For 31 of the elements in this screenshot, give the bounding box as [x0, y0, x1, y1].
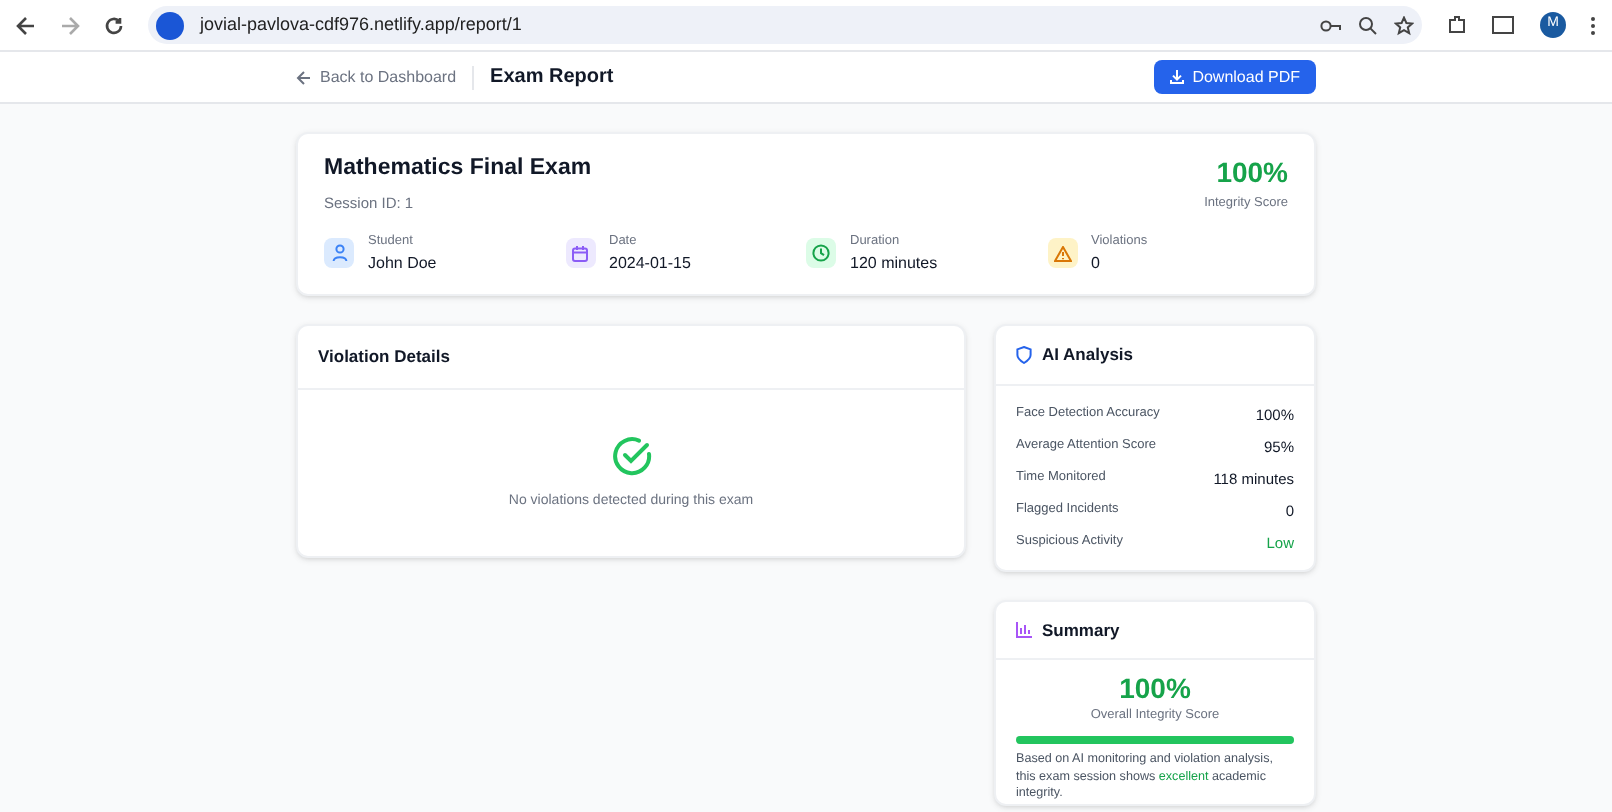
bar-chart-icon [1016, 622, 1032, 639]
download-pdf-button[interactable]: Download PDF [1154, 60, 1316, 94]
url-text: jovial-pavlova-cdf976.netlify.app/report/1 [200, 11, 522, 38]
card-title: AI Analysis [1042, 342, 1134, 369]
shield-icon [1016, 346, 1032, 365]
calendar-icon [572, 245, 588, 262]
warning-icon [1053, 245, 1071, 262]
reload-icon[interactable] [104, 15, 124, 35]
integrity-score: 100% [1216, 154, 1288, 192]
fact-value: 120 minutes [850, 252, 938, 277]
zoom-icon[interactable] [1358, 15, 1378, 35]
fact-value: 0 [1091, 252, 1102, 277]
person-icon [331, 244, 347, 263]
page-title: Exam Report [490, 64, 614, 92]
back-link[interactable]: Back to Dashboard [296, 65, 475, 89]
card-title: Violation Details [318, 344, 450, 371]
card-title: Summary [1042, 617, 1120, 644]
arrow-left-icon [296, 69, 312, 85]
back-icon[interactable] [16, 15, 36, 35]
overall-score: 100% [1119, 670, 1191, 707]
star-icon[interactable] [1394, 15, 1414, 35]
address-bar[interactable]: jovial-pavlova-cdf976.netlify.app/report/1 [148, 6, 1422, 44]
fact-value: 2024-01-15 [609, 252, 691, 277]
menu-icon[interactable] [1590, 15, 1596, 35]
fact-value: John Doe [368, 252, 437, 277]
key-icon[interactable] [1320, 17, 1342, 33]
clock-icon [812, 244, 830, 263]
extensions-icon[interactable] [1446, 14, 1468, 36]
exam-title: Mathematics Final Exam [324, 154, 592, 184]
check-circle-icon [611, 435, 651, 475]
download-icon [1170, 70, 1185, 84]
